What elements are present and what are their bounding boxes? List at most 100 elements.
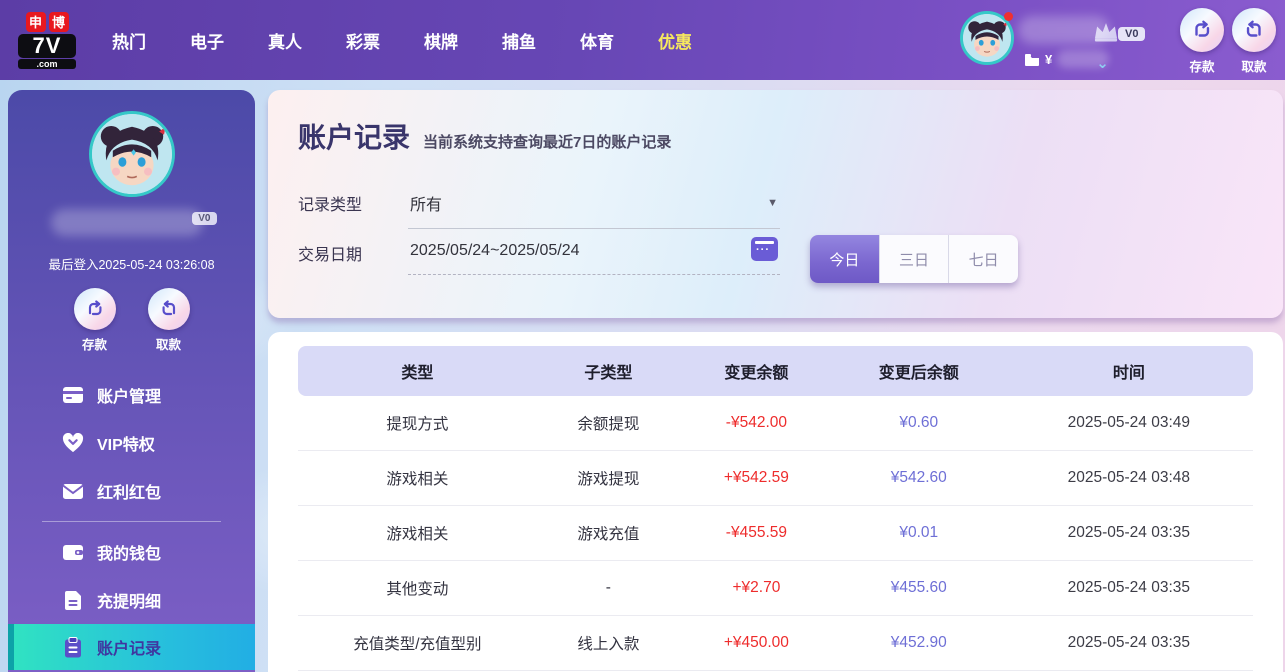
nav-item-slots[interactable]: 电子 xyxy=(190,28,224,53)
cell-subtype: 线上入款 xyxy=(577,636,640,653)
table-row: 其他变动 - +¥2.70 ¥455.60 2025-05-24 03:35 xyxy=(298,561,1253,616)
top-navbar: 申 博 7V .com 热门 电子 真人 彩票 棋牌 捕鱼 体育 优惠 V0 ¥… xyxy=(0,0,1285,80)
column-header-balance-after: 变更后余额 xyxy=(878,365,959,382)
sidebar-item-my-wallet[interactable]: 我的钱包 xyxy=(8,528,255,576)
column-header-type: 类型 xyxy=(401,365,434,382)
table-row: 充值类型/充值型别 线上入款 +¥450.00 ¥452.90 2025-05-… xyxy=(298,616,1253,671)
deposit-icon xyxy=(73,288,116,330)
table-row: 游戏相关 游戏提现 +¥542.59 ¥542.60 2025-05-24 03… xyxy=(298,451,1253,506)
cell-balance: ¥452.90 xyxy=(890,634,947,651)
date-range-label: 交易日期 xyxy=(298,247,363,264)
sidebar-item-label: VIP特权 xyxy=(97,437,155,454)
brand-com: .com xyxy=(18,58,76,69)
cell-change: -¥542.00 xyxy=(725,414,787,431)
cell-balance: ¥0.60 xyxy=(899,414,939,431)
envelope-icon xyxy=(62,480,84,502)
sidebar-divider xyxy=(42,521,221,522)
vip-icon xyxy=(62,432,84,454)
range-7days-button[interactable]: 七日 xyxy=(948,235,1018,283)
table-row: 游戏相关 游戏充值 -¥455.59 ¥0.01 2025-05-24 03:3… xyxy=(298,506,1253,561)
quick-range-group: 今日 三日 七日 xyxy=(810,235,1018,283)
nav-item-hot[interactable]: 热门 xyxy=(112,28,146,53)
main-nav: 热门 电子 真人 彩票 棋牌 捕鱼 体育 优惠 xyxy=(112,28,692,53)
deposit-button-top[interactable]: 存款 xyxy=(1176,8,1228,75)
cell-subtype: - xyxy=(605,579,611,596)
range-3days-button[interactable]: 三日 xyxy=(878,235,949,283)
withdraw-button-top[interactable]: 取款 xyxy=(1228,8,1280,75)
page-subtitle: 当前系统支持查询最近7日的账户记录 xyxy=(423,134,672,151)
avatar-illustration xyxy=(91,114,172,194)
nav-item-sports[interactable]: 体育 xyxy=(580,28,614,53)
cell-time: 2025-05-24 03:35 xyxy=(1067,524,1191,541)
sidebar-menu: 账户管理 VIP特权 红利红包 我的钱包 充提明细 账户记录 xyxy=(8,371,255,670)
nav-item-lottery[interactable]: 彩票 xyxy=(346,28,380,53)
user-cluster: V0 ¥ ⌄ 存款 取款 xyxy=(940,0,1285,80)
sidebar-item-transaction-details[interactable]: 充提明细 xyxy=(8,576,255,624)
deposit-icon xyxy=(1180,8,1224,52)
card-icon xyxy=(62,384,84,406)
cell-change: -¥455.59 xyxy=(725,524,787,541)
cell-time: 2025-05-24 03:35 xyxy=(1067,634,1191,651)
nav-item-promo[interactable]: 优惠 xyxy=(658,28,692,53)
nav-item-cards[interactable]: 棋牌 xyxy=(424,28,458,53)
wallet-balance-row[interactable]: ¥ ⌄ xyxy=(1024,46,1110,72)
nav-item-live[interactable]: 真人 xyxy=(268,28,302,53)
deposit-label: 存款 xyxy=(1189,60,1215,74)
notification-dot xyxy=(1004,12,1013,21)
brand-char-2: 博 xyxy=(48,11,69,32)
wallet-icon xyxy=(62,541,84,563)
balance-blurred xyxy=(1057,50,1110,68)
currency-symbol: ¥ xyxy=(1045,51,1053,67)
sidebar-item-label: 充提明细 xyxy=(97,594,162,611)
withdraw-label: 取款 xyxy=(1241,60,1267,74)
brand-logo[interactable]: 申 博 7V .com xyxy=(18,11,76,69)
page-title: 账户记录 xyxy=(298,122,411,153)
record-type-select[interactable]: 所有 ▼ xyxy=(408,188,780,229)
cell-balance: ¥455.60 xyxy=(890,579,947,596)
records-table-panel: 类型 子类型 变更余额 变更后余额 时间 提现方式 余额提现 -¥542.00 … xyxy=(268,332,1283,672)
date-range-input[interactable]: 2025/05/24~2025/05/24 xyxy=(408,237,780,275)
sidebar-deposit-label: 存款 xyxy=(81,338,107,352)
chevron-down-icon: ▼ xyxy=(767,197,778,209)
column-header-time: 时间 xyxy=(1112,365,1145,382)
cell-time: 2025-05-24 03:48 xyxy=(1067,469,1191,486)
cell-type: 游戏相关 xyxy=(386,471,449,488)
record-type-value: 所有 xyxy=(410,197,443,214)
cell-subtype: 余额提现 xyxy=(577,416,640,433)
username-blurred xyxy=(1018,16,1110,44)
sidebar-avatar[interactable] xyxy=(88,111,175,197)
nav-item-fishing[interactable]: 捕鱼 xyxy=(502,28,536,53)
cell-subtype: 游戏提现 xyxy=(577,471,640,488)
cell-change: +¥2.70 xyxy=(732,579,781,596)
brand-7v: 7V xyxy=(18,33,76,58)
cell-balance: ¥0.01 xyxy=(899,524,939,541)
sidebar-item-label: 红利红包 xyxy=(97,485,162,502)
sidebar-item-account-management[interactable]: 账户管理 xyxy=(8,371,255,419)
wallet-icon xyxy=(1025,53,1039,66)
withdraw-icon xyxy=(1232,8,1276,52)
withdraw-icon xyxy=(147,288,190,330)
cell-balance: ¥542.60 xyxy=(890,469,947,486)
cell-time: 2025-05-24 03:35 xyxy=(1067,579,1191,596)
sidebar-item-vip[interactable]: VIP特权 xyxy=(8,419,255,467)
cell-type: 游戏相关 xyxy=(386,526,449,543)
last-login-text: 最后登入2025-05-24 03:26:08 xyxy=(48,258,215,272)
sidebar-withdraw-label: 取款 xyxy=(155,338,181,352)
sidebar-username-blurred xyxy=(50,209,203,236)
column-header-subtype: 子类型 xyxy=(584,365,633,382)
cell-subtype: 游戏充值 xyxy=(577,526,640,543)
cell-change: +¥542.59 xyxy=(723,469,789,486)
column-header-change: 变更余额 xyxy=(724,365,789,382)
cell-change: +¥450.00 xyxy=(723,634,789,651)
sidebar-deposit-button[interactable]: 存款 xyxy=(69,288,121,353)
cell-time: 2025-05-24 03:49 xyxy=(1067,414,1191,431)
sidebar-item-account-records[interactable]: 账户记录 xyxy=(8,624,255,670)
sidebar-item-label: 账户管理 xyxy=(97,389,162,406)
calendar-icon[interactable] xyxy=(751,237,778,261)
clipboard-icon xyxy=(62,636,84,658)
sidebar-item-bonus[interactable]: 红利红包 xyxy=(8,467,255,515)
sidebar: V0 最后登入2025-05-24 03:26:08 存款 取款 账户管理 VI… xyxy=(8,90,255,672)
vip-level-badge[interactable]: V0 xyxy=(1118,27,1146,41)
sidebar-withdraw-button[interactable]: 取款 xyxy=(143,288,195,353)
range-today-button[interactable]: 今日 xyxy=(810,235,879,283)
